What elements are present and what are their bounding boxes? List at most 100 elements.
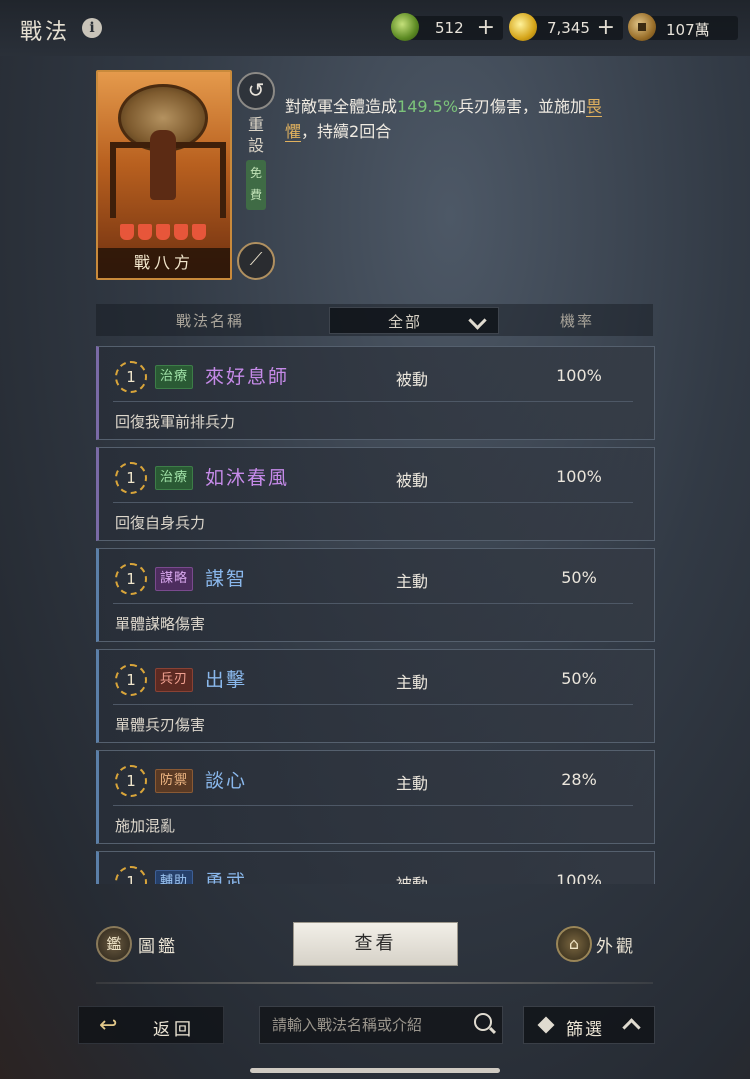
star-icon	[120, 224, 134, 240]
skill-row[interactable]: 1 防禦 談心 主動 28% 施加混亂	[96, 750, 655, 844]
row-divider	[113, 401, 633, 402]
skill-type: 被動	[395, 471, 428, 490]
skill-description: 單體謀略傷害	[115, 615, 206, 633]
skill-tag: 輔助	[155, 870, 194, 884]
search-icon[interactable]	[474, 1013, 492, 1031]
chevron-up-icon	[622, 1018, 641, 1037]
header-skill-name: 戰法名稱	[175, 312, 244, 330]
skill-rate: 50%	[561, 669, 597, 688]
filter-label: 篩選	[566, 1020, 604, 1040]
effect-mid: 兵刃傷害，並施加	[458, 97, 587, 116]
star-icon	[156, 224, 170, 240]
resource-gold: 7,345 +	[509, 13, 623, 41]
skill-name: 來好息師	[205, 366, 290, 388]
skill-description: 回復自身兵力	[115, 514, 206, 532]
reset-label[interactable]: 重設	[246, 114, 266, 156]
star-rating	[120, 224, 210, 242]
skill-type: 主動	[395, 572, 428, 591]
skill-type: 被動	[382, 871, 442, 884]
row-divider	[113, 805, 633, 806]
back-label: 返回	[153, 1020, 195, 1040]
skill-rate: 100%	[556, 366, 602, 385]
skill-card[interactable]: 戰八方	[96, 70, 232, 280]
level-badge: 1	[115, 462, 147, 494]
copper-coin-icon	[628, 13, 656, 41]
resource-copper: 107萬	[628, 13, 738, 41]
list-header: 戰法名稱 全部 機率	[96, 304, 653, 336]
home-indicator	[250, 1068, 500, 1073]
warrior-art	[150, 130, 176, 200]
skill-row[interactable]: 1 治療 來好息師 被動 100% 回復我軍前排兵力	[96, 346, 655, 440]
divider	[96, 982, 653, 984]
skill-tag: 治療	[155, 365, 194, 389]
row-divider	[113, 502, 633, 503]
skill-name: 出擊	[205, 669, 248, 691]
filter-icon	[537, 1016, 555, 1034]
gold-ingot-icon	[509, 13, 537, 41]
skill-name: 如沐春風	[205, 467, 290, 489]
level-badge: 1	[115, 563, 147, 595]
type-filter-dropdown[interactable]: 全部	[329, 307, 499, 334]
back-arrow-icon: ↩	[99, 1013, 118, 1038]
star-icon	[192, 224, 206, 240]
skill-type: 主動	[395, 774, 428, 793]
level-badge: 1	[115, 361, 147, 393]
skill-type: 被動	[395, 370, 428, 389]
search-box[interactable]	[259, 1006, 503, 1044]
resource-jade-value: 512	[435, 19, 464, 37]
chevron-down-icon	[468, 311, 487, 330]
resource-copper-value: 107萬	[666, 21, 710, 39]
codex-icon[interactable]: 鑑	[96, 926, 132, 962]
skill-rate: 28%	[561, 770, 597, 789]
skill-name: 謀智	[205, 568, 248, 590]
top-bar: 戰法 i 512 + 7,345 + 107萬	[0, 0, 750, 56]
free-badge: 免費	[246, 160, 266, 210]
header-rate: 機率	[559, 312, 594, 330]
page-title: 戰法	[20, 20, 71, 45]
level-badge: 1	[115, 664, 147, 696]
add-jade-button[interactable]: +	[477, 15, 495, 40]
skill-rate: 100%	[556, 467, 602, 486]
skill-row[interactable]: 1 治療 如沐春風 被動 100% 回復自身兵力	[96, 447, 655, 541]
effect-prefix: 對敵軍全體造成	[285, 97, 398, 116]
jade-coin-icon	[391, 13, 419, 41]
filter-button[interactable]: 篩選	[523, 1006, 655, 1044]
skill-row[interactable]: 1 輔助 勇武 被動 100%	[96, 851, 655, 884]
type-filter-value: 全部	[388, 313, 423, 331]
card-name: 戰八方	[98, 248, 230, 278]
skill-tag: 防禦	[155, 769, 194, 793]
codex-button[interactable]: 圖鑑	[138, 932, 178, 957]
skill-effect-description: 對敵軍全體造成149.5%兵刃傷害，並施加畏懼，持續2回合	[285, 94, 615, 144]
skill-row[interactable]: 1 謀略 謀智 主動 50% 單體謀略傷害	[96, 548, 655, 642]
equip-icon[interactable]: ⟋	[237, 242, 275, 280]
skill-description: 回復我軍前排兵力	[115, 413, 236, 431]
appearance-button[interactable]: 外觀	[596, 932, 636, 957]
resource-gold-value: 7,345	[547, 19, 590, 37]
skill-tag: 治療	[155, 466, 194, 490]
skill-description: 單體兵刃傷害	[115, 716, 206, 734]
row-divider	[113, 704, 633, 705]
reset-icon[interactable]: ↺	[237, 72, 275, 110]
skill-tag: 謀略	[155, 567, 194, 591]
skill-row[interactable]: 1 兵刃 出擊 主動 50% 單體兵刃傷害	[96, 649, 655, 743]
skill-tag: 兵刃	[155, 668, 194, 692]
resource-jade: 512 +	[391, 13, 503, 41]
skill-type: 主動	[395, 673, 428, 692]
skill-name: 勇武	[205, 871, 248, 884]
skill-name: 談心	[205, 770, 248, 792]
skill-rate: 50%	[561, 568, 597, 587]
back-button[interactable]: ↩ 返回	[78, 1006, 224, 1044]
appearance-icon[interactable]: ⌂	[556, 926, 592, 962]
level-badge: 1	[115, 866, 147, 884]
add-gold-button[interactable]: +	[597, 15, 615, 40]
star-icon	[138, 224, 152, 240]
view-button[interactable]: 查看	[293, 922, 458, 966]
skill-description: 施加混亂	[115, 817, 176, 835]
skill-rate: 100%	[556, 871, 602, 884]
star-icon	[174, 224, 188, 240]
info-icon[interactable]: i	[82, 18, 102, 38]
search-input[interactable]	[270, 1007, 466, 1043]
skill-list[interactable]: 1 治療 來好息師 被動 100% 回復我軍前排兵力 1 治療 如沐春風 被動 …	[96, 346, 656, 884]
row-divider	[113, 603, 633, 604]
level-badge: 1	[115, 765, 147, 797]
